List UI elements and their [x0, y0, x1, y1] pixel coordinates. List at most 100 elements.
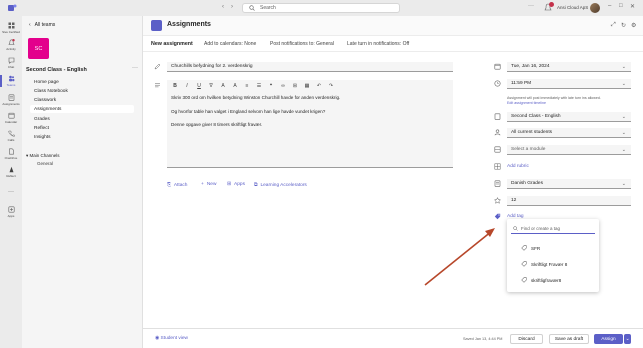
- underline-button[interactable]: U: [195, 83, 203, 89]
- settings-icon[interactable]: ⚙: [631, 22, 636, 29]
- tag-search-input[interactable]: Find or create a tag: [511, 224, 595, 234]
- file-icon: [8, 148, 14, 155]
- italic-button[interactable]: I: [183, 83, 191, 89]
- chevron-down-icon: ⌄: [621, 81, 626, 87]
- attach-button[interactable]: ⎘ Attach: [167, 182, 187, 189]
- points-input[interactable]: 12: [507, 196, 631, 206]
- bold-button[interactable]: B: [171, 83, 179, 89]
- undo-button[interactable]: ↶: [315, 83, 323, 89]
- rail-item-calls[interactable]: Calls: [0, 130, 22, 142]
- class-name: Second Class - English: [26, 67, 87, 73]
- main-channels-header[interactable]: ▾ Main Channels: [26, 153, 60, 159]
- rail-item-reflect[interactable]: Reflect: [0, 166, 22, 178]
- apps-button[interactable]: ⊞ Apps: [227, 182, 245, 187]
- learning-accelerators-button[interactable]: ⧉ Learning Accelerators: [254, 182, 307, 189]
- module-icon: [494, 146, 501, 153]
- forward-nav-icon[interactable]: ›: [231, 4, 233, 10]
- new-button[interactable]: + New: [201, 182, 216, 187]
- font-size-button[interactable]: A: [231, 83, 239, 89]
- rail-item-apps[interactable]: Apps: [0, 206, 22, 218]
- close-icon[interactable]: ✕: [630, 3, 635, 10]
- nav-item-insights[interactable]: Insights: [32, 133, 134, 141]
- edit-timeline-link[interactable]: Edit assignment timeline: [507, 101, 601, 106]
- font-color-button[interactable]: A: [219, 83, 227, 89]
- tag-option[interactable]: SFR: [521, 245, 540, 251]
- discard-button[interactable]: Discard: [510, 334, 543, 344]
- nav-item-reflect[interactable]: Reflect: [32, 124, 134, 132]
- calendar-icon: [8, 112, 15, 119]
- rail-item-chat[interactable]: Chat: [0, 57, 22, 69]
- search-input[interactable]: Search: [242, 3, 400, 13]
- channel-general[interactable]: General: [37, 161, 53, 166]
- tag-icon: [521, 245, 527, 251]
- rail-item-certified[interactable]: Sive Certified: [0, 22, 22, 34]
- eye-icon: ◉: [155, 336, 160, 341]
- due-date-picker[interactable]: Tue, Jan 16, 2024 ⌄: [507, 62, 631, 72]
- tag-icon: [521, 261, 527, 267]
- all-teams-link[interactable]: ‹ All teams: [29, 22, 55, 28]
- assign-button[interactable]: Assign: [594, 334, 623, 344]
- nav-item-class-notebook[interactable]: Class Notebook: [32, 87, 134, 95]
- instructions-editor[interactable]: B I U ∇ A A ≡ ☰ ❝ ∞ ⊞ ▦ ↶ ↷ Skriv 300 or…: [167, 80, 453, 168]
- instruction-line: Denne opgave giver 8 timers skriftligt f…: [171, 122, 263, 127]
- rail-item-calendar[interactable]: Calendar: [0, 112, 22, 124]
- tag-option[interactable]: Skriftligt Fravær 8: [521, 261, 567, 267]
- numbered-list-button[interactable]: ☰: [255, 83, 263, 89]
- bullet-list-button[interactable]: ≡: [243, 83, 251, 89]
- refresh-icon[interactable]: ↻: [621, 22, 626, 29]
- nav-item-home[interactable]: Home page: [32, 78, 134, 86]
- nav-item-grades[interactable]: Grades: [32, 115, 134, 123]
- rail-item-activity[interactable]: Activity: [0, 39, 22, 51]
- instruction-line: Og hvorfor table han valget i England se…: [171, 109, 326, 114]
- due-time-picker[interactable]: 11:59 PM ⌄: [507, 79, 631, 89]
- rail-item-assignments[interactable]: Assignments: [0, 94, 22, 106]
- module-select[interactable]: Select a module ⌄: [507, 145, 631, 155]
- user-name: Ansi Cloud ApS: [557, 5, 589, 10]
- redo-button[interactable]: ↷: [327, 83, 335, 89]
- avatar[interactable]: [590, 3, 600, 13]
- students-select[interactable]: All current students ⌄: [507, 128, 631, 138]
- maximize-icon[interactable]: □: [619, 3, 623, 9]
- grading-scheme-select[interactable]: Danish Grades ⌄: [507, 179, 631, 189]
- expand-icon[interactable]: ⤢: [611, 22, 616, 29]
- new-assignment-label: New assignment: [151, 41, 193, 47]
- instructions-icon: [155, 83, 160, 88]
- class-icon: [494, 113, 501, 120]
- title-field[interactable]: Churchills befydning for 2. verdenskrig: [167, 62, 453, 72]
- rail-item-teams[interactable]: Teams: [0, 75, 22, 87]
- paperclip-icon: ⎘: [167, 183, 171, 188]
- rail-item-onedrive[interactable]: OneDrive: [0, 148, 22, 160]
- search-icon: [249, 5, 255, 11]
- notification-badge: [549, 2, 554, 7]
- assign-options-button[interactable]: ⌄: [624, 334, 631, 344]
- class-select[interactable]: Second Class - English ⌄: [507, 112, 631, 122]
- back-nav-icon[interactable]: ‹: [222, 4, 224, 10]
- quote-button[interactable]: ❝: [267, 83, 275, 89]
- assignment-footer: ◉ Student view Saved Jan 13, 4:44 PM Dis…: [143, 328, 643, 348]
- highlight-button[interactable]: ∇: [207, 83, 215, 89]
- chevron-left-icon: ‹: [29, 22, 31, 28]
- add-to-calendar-dropdown[interactable]: Add to calendars: None: [204, 41, 256, 47]
- student-view-link[interactable]: ◉ Student view: [155, 336, 188, 341]
- post-notifications-dropdown[interactable]: Post notifications to: General: [270, 41, 334, 47]
- chat-icon: [8, 57, 14, 64]
- more-options-icon[interactable]: ···: [528, 3, 534, 9]
- nav-item-classwork[interactable]: Classwork: [32, 96, 134, 104]
- image-button[interactable]: ▦: [303, 83, 311, 89]
- table-button[interactable]: ⊞: [291, 83, 299, 89]
- apps-grid-icon: ⊞: [227, 182, 232, 187]
- class-more-icon[interactable]: ···: [132, 65, 138, 71]
- add-rubric-link[interactable]: Add rubric: [507, 164, 529, 169]
- calendar-icon: [494, 63, 501, 70]
- grading-icon: [494, 180, 501, 187]
- rail-item-more[interactable]: ···: [0, 188, 22, 195]
- timeline-note: Assignment will post immediately with la…: [507, 96, 601, 106]
- late-turn-in-dropdown[interactable]: Late turn in notifications: Off: [347, 41, 409, 47]
- save-draft-button[interactable]: Save as draft: [549, 334, 589, 344]
- minimize-icon[interactable]: –: [608, 3, 611, 9]
- link-button[interactable]: ∞: [279, 83, 287, 89]
- chevron-down-icon: ⌄: [621, 64, 626, 70]
- tag-option[interactable]: skriftligfravær8: [521, 277, 561, 283]
- nav-item-assignments[interactable]: Assignments: [30, 105, 134, 113]
- teams-logo-icon: [8, 4, 17, 11]
